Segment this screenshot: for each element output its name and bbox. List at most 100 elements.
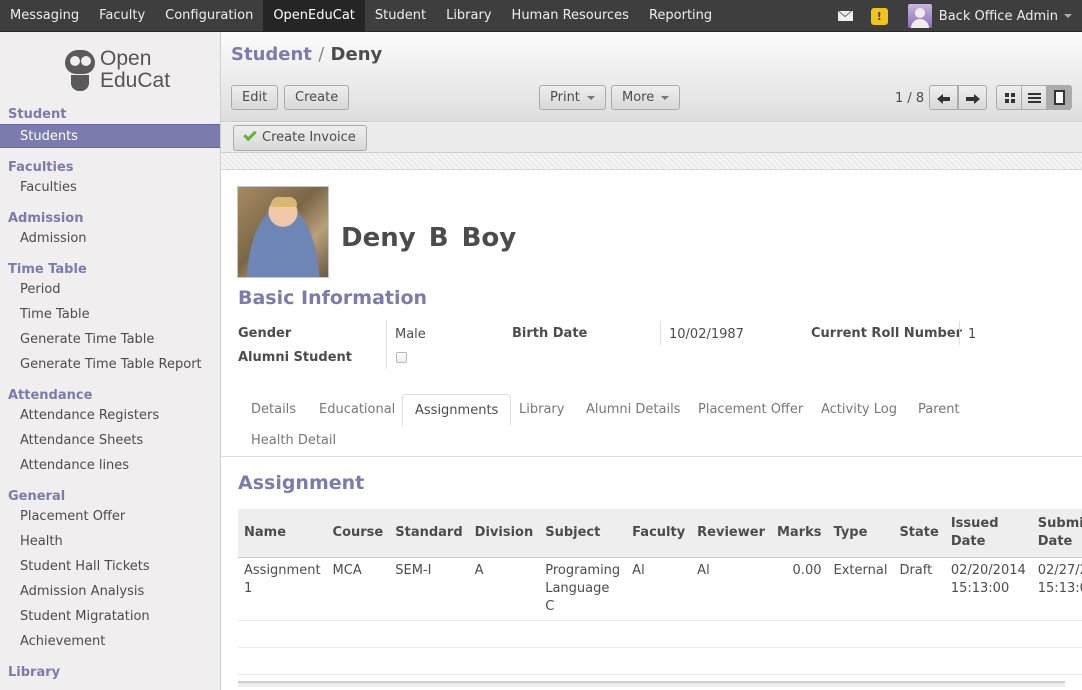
col-course[interactable]: Course — [326, 509, 390, 558]
cell-marks: 0.00 — [770, 557, 828, 621]
menu-reporting[interactable]: Reporting — [639, 0, 722, 32]
col-subject[interactable]: Subject — [539, 509, 627, 558]
sidebar-item-students[interactable]: Students — [0, 124, 220, 148]
sidebar-item-student-hall-tickets[interactable]: Student Hall Tickets — [0, 555, 220, 579]
top-bar: Messaging Faculty Configuration OpenEduC… — [0, 0, 1082, 32]
sidebar-item-attendance-lines[interactable]: Attendance lines — [0, 454, 220, 478]
menu-configuration[interactable]: Configuration — [155, 0, 263, 32]
menu-human-resources[interactable]: Human Resources — [502, 0, 639, 32]
tab-placement-offer[interactable]: Placement Offer — [686, 394, 815, 425]
sidebar-item-generate-time-table[interactable]: Generate Time Table — [0, 328, 220, 352]
form-view-button[interactable] — [1046, 85, 1072, 110]
current-roll-number-value: 1 — [968, 327, 977, 342]
tab-educational[interactable]: Educational — [307, 394, 407, 425]
sidebar-item-period[interactable]: Period — [0, 278, 220, 302]
gender-value: Male — [395, 327, 426, 342]
breadcrumb: Student / Deny — [231, 44, 382, 65]
menu-faculty[interactable]: Faculty — [89, 0, 155, 32]
menu-student[interactable]: Student — [365, 0, 436, 32]
tab-details[interactable]: Details — [239, 394, 308, 425]
cell-faculty: Al — [626, 557, 692, 621]
col-issued-date[interactable]: Issued Date — [944, 509, 1032, 558]
tab-library[interactable]: Library — [507, 394, 576, 425]
cell-course: MCA — [326, 557, 390, 621]
cell-division: A — [468, 557, 540, 621]
sidebar-section-admission: Admission — [8, 211, 84, 226]
check-icon — [243, 127, 257, 142]
col-division[interactable]: Division — [468, 509, 540, 558]
sidebar-item-generate-time-table-report[interactable]: Generate Time Table Report — [0, 353, 220, 377]
tab-parent[interactable]: Parent — [906, 394, 972, 425]
main-content: Student / Deny Edit Create Print More 1 … — [221, 32, 1082, 690]
sidebar-item-student-migration[interactable]: Student Migratation — [0, 605, 220, 629]
breadcrumb-parent[interactable]: Student — [231, 44, 312, 65]
cell-state: Draft — [893, 557, 945, 621]
cell-subject-line2: Language C — [545, 580, 610, 614]
pager-value: 1 / 8 — [895, 91, 925, 106]
sidebar-item-time-table[interactable]: Time Table — [0, 303, 220, 327]
print-button[interactable]: Print — [539, 85, 606, 110]
kanban-view-button[interactable] — [996, 85, 1022, 110]
arrow-right-icon[interactable] — [958, 85, 987, 110]
breadcrumb-current: Deny — [330, 44, 383, 65]
birth-date-value: 10/02/1987 — [669, 327, 744, 342]
openeducat-logo[interactable]: Open EduCat — [64, 46, 170, 96]
form-icon — [1054, 90, 1065, 105]
sidebar: Open EduCat Student Students Faculties F… — [0, 32, 221, 690]
sidebar-item-placement-offer[interactable]: Placement Offer — [0, 505, 220, 529]
col-name[interactable]: Name — [238, 509, 327, 558]
kanban-icon — [1005, 93, 1015, 103]
warning-icon[interactable]: ! — [870, 7, 888, 25]
sidebar-section-student: Student — [8, 107, 67, 122]
sidebar-item-admission[interactable]: Admission — [0, 227, 220, 251]
tab-activity-log[interactable]: Activity Log — [809, 394, 909, 425]
gender-label: Gender — [238, 326, 292, 341]
alumni-student-label: Alumni Student — [238, 350, 352, 365]
sidebar-item-attendance-sheets[interactable]: Attendance Sheets — [0, 429, 220, 453]
sidebar-item-attendance-registers[interactable]: Attendance Registers — [0, 404, 220, 428]
create-invoice-button[interactable]: Create Invoice — [233, 125, 367, 151]
sidebar-item-achievement[interactable]: Achievement — [0, 630, 220, 654]
col-reviewer[interactable]: Reviewer — [691, 509, 771, 558]
sidebar-section-attendance: Attendance — [8, 388, 93, 403]
action-bar: Create Invoice — [221, 123, 1082, 153]
menu-openeducat[interactable]: OpenEduCat — [263, 0, 365, 32]
mail-icon[interactable] — [837, 11, 853, 21]
col-standard[interactable]: Standard — [389, 509, 469, 558]
col-submission-line1: Submission — [1037, 515, 1082, 531]
col-state[interactable]: State — [893, 509, 945, 558]
arrow-left-icon[interactable] — [929, 85, 958, 110]
birth-date-label: Birth Date — [512, 326, 588, 341]
edit-button[interactable]: Edit — [231, 85, 279, 110]
cell-issued-line2: 15:13:00 — [950, 580, 1010, 596]
table-row[interactable]: Assignment 1 MCA SEM-I A Programing Langua… — [238, 557, 1082, 621]
sidebar-item-health[interactable]: Health — [0, 530, 220, 554]
tab-health-detail[interactable]: Health Detail — [239, 425, 348, 456]
sidebar-item-faculties[interactable]: Faculties — [0, 176, 220, 200]
cell-name: Assignment 1 — [238, 557, 327, 621]
alumni-student-checkbox[interactable] — [396, 352, 407, 363]
col-submission-date[interactable]: Submission Date — [1031, 509, 1082, 558]
col-marks[interactable]: Marks — [770, 509, 828, 558]
col-type[interactable]: Type — [827, 509, 894, 558]
view-header: Student / Deny Edit Create Print More 1 … — [221, 32, 1082, 122]
student-photo[interactable] — [237, 186, 329, 278]
list-view-button[interactable] — [1021, 85, 1047, 110]
menu-library[interactable]: Library — [436, 0, 501, 32]
sidebar-section-general: General — [8, 489, 66, 504]
more-button[interactable]: More — [611, 85, 681, 110]
user-menu[interactable]: Back Office Admin — [939, 9, 1058, 24]
col-faculty[interactable]: Faculty — [626, 509, 692, 558]
cell-subject-line1: Programing — [545, 562, 621, 578]
empty-row — [238, 647, 1082, 675]
menu-messaging[interactable]: Messaging — [0, 0, 89, 32]
chevron-down-icon[interactable] — [1064, 14, 1072, 18]
cell-subject: Programing Language C — [539, 557, 627, 621]
user-avatar[interactable] — [907, 4, 932, 28]
assignment-title: Assignment — [238, 472, 365, 494]
sidebar-item-admission-analysis[interactable]: Admission Analysis — [0, 580, 220, 604]
tab-alumni-details[interactable]: Alumni Details — [574, 394, 692, 425]
cell-type: External — [827, 557, 894, 621]
create-button[interactable]: Create — [284, 85, 350, 110]
tab-assignments[interactable]: Assignments — [402, 394, 512, 426]
